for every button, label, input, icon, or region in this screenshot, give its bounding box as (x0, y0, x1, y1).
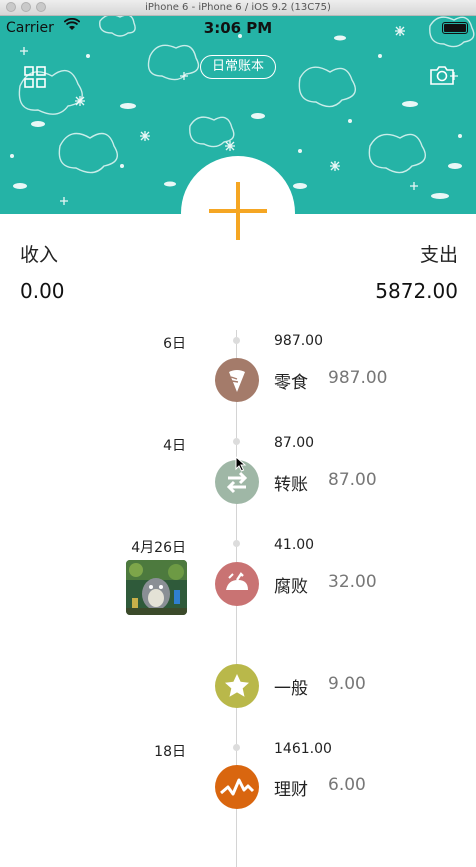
timeline-day-total: 987.00 (274, 333, 323, 349)
timeline-date: 4月26日 (131, 540, 186, 556)
status-time: 3:06 PM (203, 19, 273, 37)
star-icon[interactable] (215, 664, 259, 708)
timeline-dot (233, 337, 240, 344)
carrot-icon[interactable] (215, 358, 259, 402)
camera-icon[interactable] (429, 64, 455, 86)
timeline-day-total: 87.00 (274, 435, 315, 451)
receipt-photo-thumbnail[interactable] (126, 560, 187, 615)
account-book-selector[interactable]: 日常账本 (200, 55, 276, 79)
entry-amount: 87.00 (328, 470, 377, 490)
plus-icon[interactable] (203, 176, 273, 246)
entry-category: 一般 (274, 679, 308, 699)
timeline-date: 18日 (154, 744, 186, 760)
timeline-day-total: 41.00 (274, 537, 315, 553)
timeline-date: 6日 (163, 336, 186, 352)
entry-category: 腐败 (274, 577, 308, 597)
chart-line-icon[interactable] (215, 765, 259, 809)
turkey-icon[interactable] (215, 562, 259, 606)
entry-amount: 32.00 (328, 572, 377, 592)
status-bar: Carrier 3:06 PM (0, 16, 476, 42)
entry-amount: 9.00 (328, 674, 366, 694)
entry-amount: 987.00 (328, 368, 388, 388)
timeline-dot (233, 540, 240, 547)
timeline-day-total: 1461.00 (274, 741, 332, 757)
expense-label: 支出 (419, 244, 458, 266)
entry-category: 转账 (274, 475, 308, 495)
income-value: 0.00 (20, 279, 65, 303)
battery-icon (442, 22, 468, 34)
grid-icon[interactable] (24, 66, 46, 88)
simulator-title: iPhone 6 - iPhone 6 / iOS 9.2 (13C75) (145, 2, 331, 13)
expense-value: 5872.00 (375, 279, 458, 303)
timeline-date: 4日 (163, 438, 186, 454)
mouse-cursor-icon (235, 456, 247, 472)
entry-category: 零食 (274, 373, 308, 393)
income-label: 收入 (20, 244, 59, 266)
simulator-title-bar: iPhone 6 - iPhone 6 / iOS 9.2 (13C75) (0, 0, 476, 16)
entry-amount: 6.00 (328, 775, 366, 795)
entry-category: 理财 (274, 780, 308, 800)
timeline-dot (233, 744, 240, 751)
timeline-dot (233, 438, 240, 445)
